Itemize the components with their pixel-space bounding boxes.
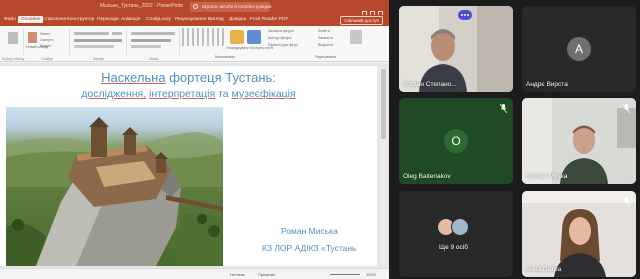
participant-video-1 bbox=[399, 6, 513, 92]
tab-review[interactable]: Рецензування bbox=[175, 17, 206, 22]
slides-group: Новий слайд Макет Скинути Розділ Слайди bbox=[25, 29, 70, 61]
slide-subtitle-part1: дослідження, bbox=[81, 88, 147, 100]
slide-subtitle[interactable]: дослідження, інтерпретація та музеєфікац… bbox=[0, 88, 377, 100]
participant-tile-4[interactable]: Roman Myska bbox=[522, 98, 636, 184]
scrollbar-thumb[interactable] bbox=[381, 69, 386, 139]
mic-muted-icon bbox=[623, 197, 630, 206]
dictate-icon[interactable] bbox=[350, 30, 362, 44]
share-button[interactable]: Спільний доступ bbox=[340, 16, 383, 25]
slide-subtitle-part3: та bbox=[218, 88, 229, 100]
shape-effects-button[interactable]: Ефекти для фігур bbox=[268, 43, 298, 47]
tab-transitions[interactable]: Переходи bbox=[97, 17, 119, 22]
more-options-icon[interactable] bbox=[458, 10, 472, 20]
status-bar: Нотатки Примітки 110% bbox=[0, 268, 389, 279]
slide-editing-area: Наскельна фортеця Тустань: дослідження, … bbox=[0, 63, 389, 268]
tab-slideshow[interactable]: Слайд-шоу bbox=[146, 17, 171, 22]
new-slide-icon[interactable] bbox=[28, 32, 37, 43]
text-direction-buttons[interactable] bbox=[131, 45, 161, 48]
fortress-illustration bbox=[6, 117, 223, 266]
mic-muted-icon bbox=[623, 104, 630, 113]
title-bar: Мыська_Тустань_2022 - PowerPoint Шукати … bbox=[0, 0, 389, 16]
participant-video-4 bbox=[522, 98, 636, 184]
section-button[interactable]: Розділ bbox=[40, 44, 51, 48]
paste-icon[interactable] bbox=[8, 32, 18, 44]
tab-file[interactable]: Файл bbox=[4, 17, 16, 22]
participant-tile-1[interactable]: Богдан Степано... bbox=[399, 6, 513, 92]
vertical-scrollbar[interactable] bbox=[380, 67, 387, 265]
tab-foxit[interactable]: Foxit Reader PDF bbox=[250, 17, 288, 22]
participant-name: Анна Патра bbox=[526, 266, 562, 273]
font-format-buttons[interactable] bbox=[74, 39, 122, 42]
drawing-label: Малювання bbox=[215, 55, 235, 59]
search-placeholder: Шукати засоби й потрібні довідки bbox=[202, 4, 272, 9]
zoom-slider[interactable] bbox=[330, 274, 360, 275]
participant-avatar: A bbox=[567, 37, 591, 61]
slide[interactable]: Наскельна фортеця Тустань: дослідження, … bbox=[0, 66, 377, 266]
window-title: Мыська_Тустань_2022 - PowerPoint bbox=[100, 3, 183, 9]
font-color-buttons[interactable] bbox=[74, 45, 114, 48]
slide-title-part1: Наскельна bbox=[101, 70, 166, 85]
search-icon bbox=[193, 4, 198, 9]
participant-name: Oleg Baiteriakov bbox=[403, 173, 451, 180]
tab-animations[interactable]: Анімація bbox=[121, 17, 140, 22]
quick-styles-icon[interactable] bbox=[247, 30, 261, 44]
replace-button[interactable]: Замінити bbox=[318, 36, 333, 40]
search-box[interactable]: Шукати засоби й потрібні довідки bbox=[190, 2, 272, 12]
paragraph-label: Абзац bbox=[148, 57, 159, 61]
mic-muted-icon bbox=[500, 104, 507, 113]
slide-subtitle-part2: інтерпретація bbox=[149, 88, 216, 100]
slide-title-part2: фортеця Тустань: bbox=[169, 70, 276, 85]
select-button[interactable]: Виділити bbox=[318, 43, 333, 47]
slide-author[interactable]: Роман Миська bbox=[281, 226, 338, 236]
ribbon: Буфер обміну Новий слайд Макет Скинути Р… bbox=[0, 26, 389, 62]
font-name-box[interactable] bbox=[74, 32, 109, 35]
notes-button[interactable]: Нотатки bbox=[230, 272, 245, 277]
ribbon-tabs: Файл Основне Вставлення Конструктор Пере… bbox=[0, 15, 389, 26]
arrange-icon[interactable] bbox=[230, 30, 244, 44]
tab-help[interactable]: Довідка bbox=[229, 17, 246, 22]
font-group: Шрифт bbox=[71, 29, 127, 61]
list-buttons[interactable] bbox=[131, 32, 175, 35]
participant-thumb-2 bbox=[451, 218, 469, 236]
zoom-level[interactable]: 110% bbox=[366, 272, 376, 277]
participant-video-6 bbox=[522, 191, 636, 277]
find-button[interactable]: Знайти bbox=[318, 29, 330, 33]
slide-subtitle-part4: музеєфікація bbox=[231, 88, 296, 100]
participant-name: Богдан Степано... bbox=[403, 81, 457, 88]
reset-button[interactable]: Скинути bbox=[40, 38, 54, 42]
tab-view[interactable]: Вигляд bbox=[208, 17, 224, 22]
participant-name: Roman Myska bbox=[526, 173, 568, 180]
shape-outline-button[interactable]: Контур фігури bbox=[268, 36, 291, 40]
tab-design[interactable]: Конструктор bbox=[67, 17, 94, 22]
participant-tile-more[interactable]: Ще 9 осіб bbox=[399, 191, 513, 277]
fortress-reconstruction-image[interactable] bbox=[6, 107, 223, 266]
participant-name: Андрє Вирста bbox=[526, 81, 568, 88]
slides-label: Слайди bbox=[40, 57, 54, 61]
clipboard-label: Буфер обміну bbox=[2, 57, 25, 61]
shape-fill-button[interactable]: Заливка фігури bbox=[268, 29, 294, 33]
window-controls[interactable] bbox=[359, 3, 385, 16]
font-label: Шрифт bbox=[92, 57, 105, 61]
clipboard-group: Буфер обміну bbox=[2, 29, 24, 61]
screen: Мыська_Тустань_2022 - PowerPoint Шукати … bbox=[0, 0, 640, 279]
participant-avatar: O bbox=[444, 129, 468, 153]
align-buttons[interactable] bbox=[131, 39, 171, 42]
participant-tile-3[interactable]: O Oleg Baiteriakov bbox=[399, 98, 513, 184]
editing-label: Редагування bbox=[315, 55, 337, 59]
layout-button[interactable]: Макет bbox=[40, 32, 50, 36]
paragraph-group: Абзац bbox=[128, 29, 180, 61]
slide-title[interactable]: Наскельна фортеця Тустань: bbox=[0, 70, 377, 85]
shapes-gallery[interactable] bbox=[182, 28, 224, 46]
more-participants-label: Ще 9 осіб bbox=[439, 244, 468, 251]
participant-tile-2[interactable]: A Андрє Вирста bbox=[522, 6, 636, 92]
participant-tile-6[interactable]: Анна Патра bbox=[522, 191, 636, 277]
comments-button[interactable]: Примітки bbox=[258, 272, 275, 277]
font-size-box[interactable] bbox=[112, 32, 122, 35]
slide-organization[interactable]: КЗ ЛОР АДІКЗ «Тустань bbox=[262, 243, 357, 253]
arrange-button[interactable]: Упорядкувати bbox=[226, 46, 249, 50]
tab-insert[interactable]: Вставлення bbox=[40, 17, 66, 22]
powerpoint-window: Мыська_Тустань_2022 - PowerPoint Шукати … bbox=[0, 0, 389, 279]
